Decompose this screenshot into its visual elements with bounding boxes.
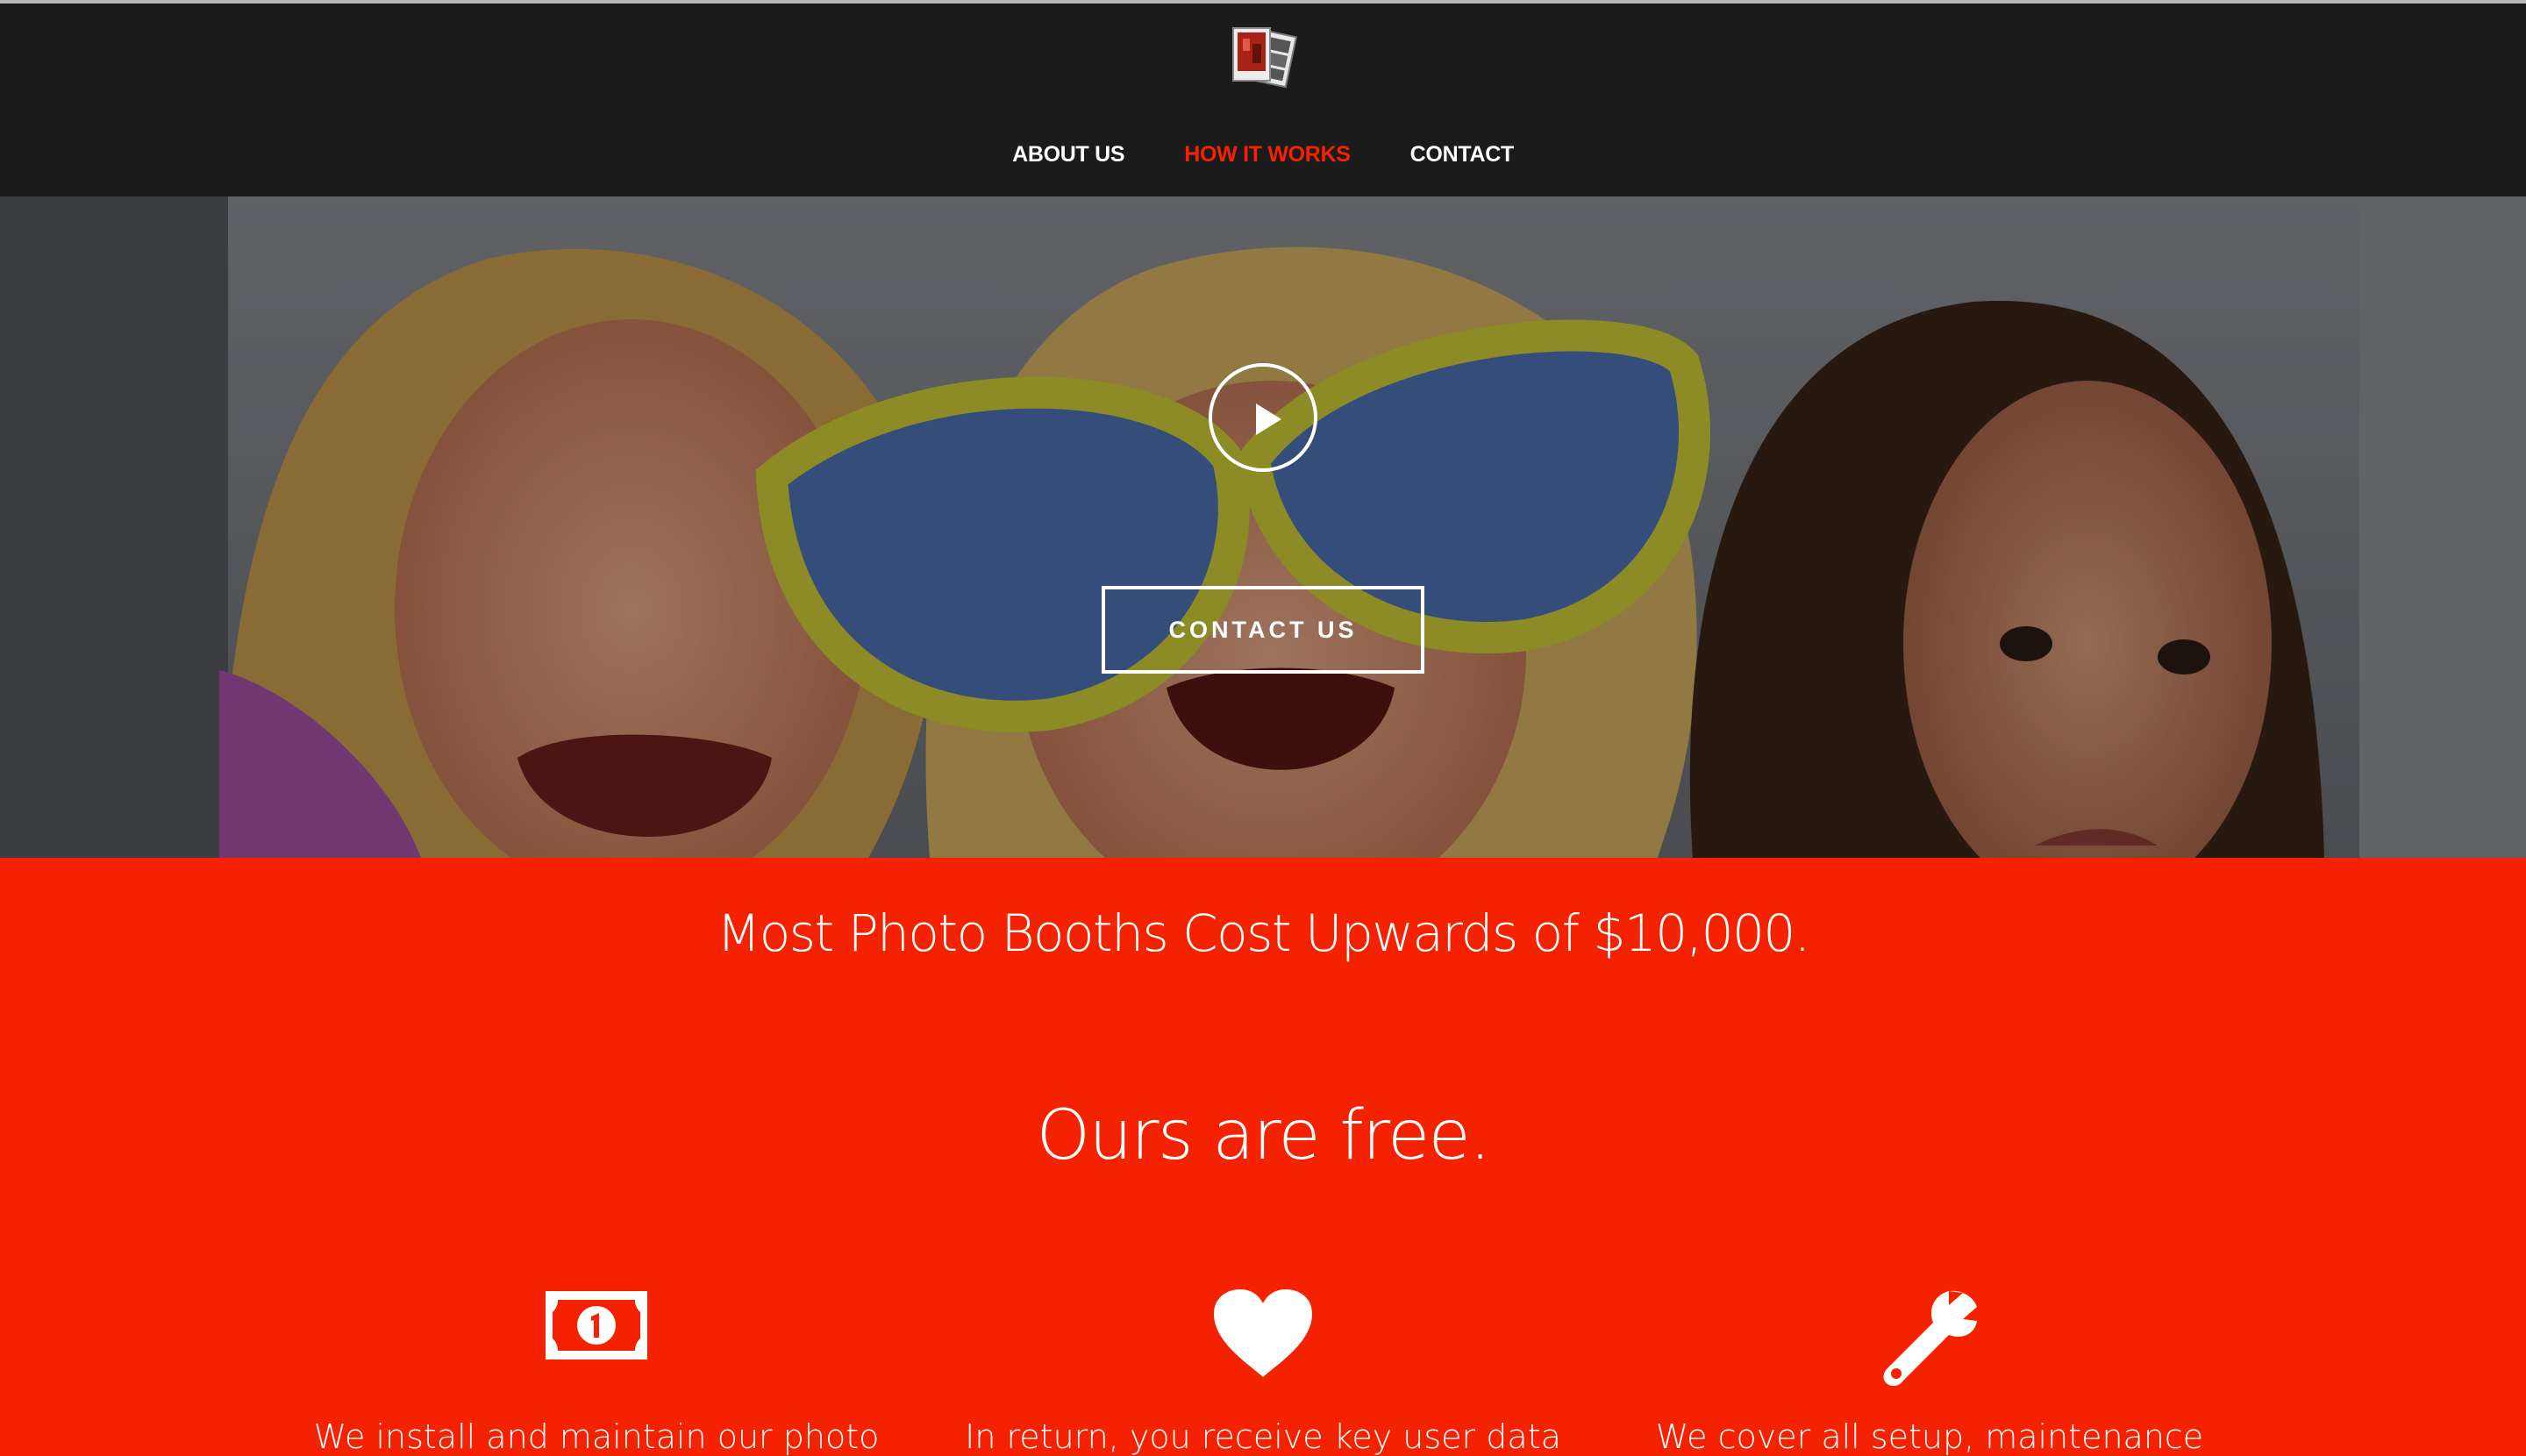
subheadline: Ours are free.	[1036, 1096, 1491, 1175]
heart-icon	[1212, 1288, 1314, 1383]
feature-item-setup: We cover all setup, maintenance	[1596, 1288, 2263, 1456]
pricing-section: Most Photo Booths Cost Upwards of $10,00…	[0, 858, 2526, 1456]
hero-video-section: CONTACT US	[0, 196, 2526, 858]
feature-text: In return, you receive key user data	[965, 1417, 1561, 1456]
feature-text: We install and maintain our photo	[313, 1417, 880, 1456]
nav-link-how-it-works[interactable]: HOW IT WORKS	[1154, 142, 1380, 168]
play-icon	[1256, 403, 1281, 435]
contact-us-button[interactable]: CONTACT US	[1102, 586, 1424, 674]
feature-item-install: We install and maintain our photo	[263, 1288, 930, 1456]
nav-link-contact[interactable]: CONTACT	[1381, 142, 1544, 168]
site-header: ABOUT US HOW IT WORKS CONTACT	[0, 4, 2526, 196]
feature-text: We cover all setup, maintenance	[1655, 1417, 2204, 1456]
main-navigation: ABOUT US HOW IT WORKS CONTACT	[0, 135, 2526, 174]
nav-link-about-us[interactable]: ABOUT US	[982, 142, 1154, 168]
play-video-button[interactable]	[1209, 363, 1317, 472]
wrench-icon	[1880, 1288, 1979, 1390]
hero-dark-overlay	[0, 196, 2526, 858]
dollar-bill-icon	[542, 1288, 651, 1367]
photo-booth-logo[interactable]	[1226, 23, 1300, 93]
headline: Most Photo Booths Cost Upwards of $10,00…	[717, 903, 1810, 963]
feature-item-data: In return, you receive key user data	[930, 1288, 1596, 1456]
